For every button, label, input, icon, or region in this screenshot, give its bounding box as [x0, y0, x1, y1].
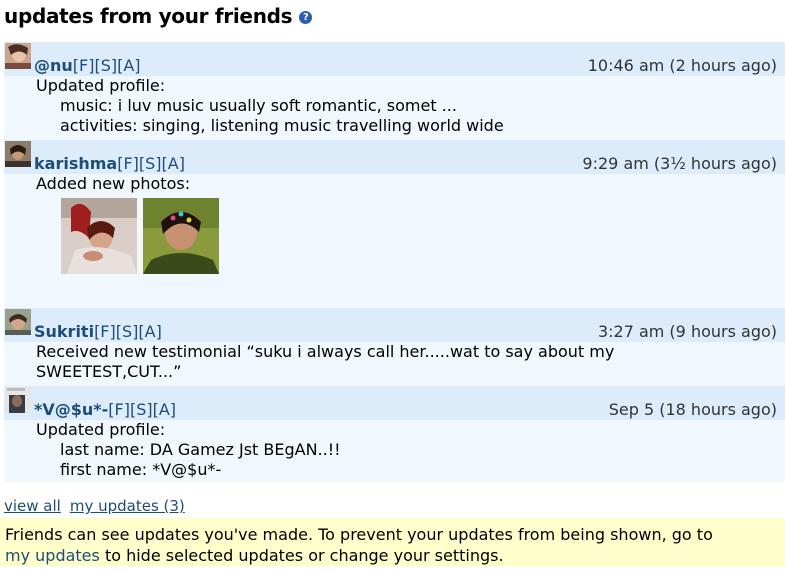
avatar-anu[interactable]: [5, 43, 31, 69]
user-name-link[interactable]: karishma: [34, 154, 117, 173]
avatar-sukriti[interactable]: [5, 309, 31, 335]
entry-timestamp: 10:46 am (2 hours ago): [587, 56, 777, 75]
entry-body: Added new photos:: [4, 174, 785, 308]
entry-detail: last name: DA Gamez Jst BEgAN..!!: [60, 440, 341, 459]
album-link[interactable]: [A]: [117, 56, 140, 75]
notice-my-updates-link[interactable]: my updates: [5, 546, 100, 565]
entry-body: Updated profile: last name: DA Gamez Jst…: [4, 420, 785, 482]
entry-user: @nu[F][S][A]: [34, 56, 141, 75]
entry-action: Updated profile:: [36, 76, 166, 95]
entry-header: karishma[F][S][A] 9:29 am (3½ hours ago): [4, 140, 785, 174]
entry-header: Sukriti[F][S][A] 3:27 am (9 hours ago): [4, 308, 785, 342]
footer-links: view all my updates (3): [4, 497, 194, 515]
update-entry-anu: @nu[F][S][A] 10:46 am (2 hours ago) Upda…: [4, 42, 785, 140]
entry-action-continued: SWEETEST,CUT...”: [36, 362, 182, 381]
photo-thumbnail[interactable]: [143, 198, 219, 274]
my-updates-link[interactable]: my updates (3): [70, 497, 185, 515]
friend-link[interactable]: [F]: [108, 400, 130, 419]
update-entry-sukriti: Sukriti[F][S][A] 3:27 am (9 hours ago) R…: [4, 308, 785, 386]
entry-user: *V@$u*-[F][S][A]: [34, 400, 176, 419]
help-icon[interactable]: ?: [299, 11, 313, 24]
entry-header: @nu[F][S][A] 10:46 am (2 hours ago): [4, 42, 785, 76]
album-link[interactable]: [A]: [153, 400, 176, 419]
friend-link[interactable]: [F]: [117, 154, 139, 173]
entry-detail: first name: *V@$u*-: [60, 460, 222, 479]
notice-text-end: to hide selected updates or change your …: [99, 546, 504, 565]
entry-header: *V@$u*-[F][S][A] Sep 5 (18 hours ago): [4, 386, 785, 420]
entry-detail: activities: singing, listening music tra…: [60, 116, 504, 135]
photo-thumbnail[interactable]: [61, 198, 137, 274]
scrapbook-link[interactable]: [S]: [139, 154, 162, 173]
entry-user: karishma[F][S][A]: [34, 154, 185, 173]
updates-feed: @nu[F][S][A] 10:46 am (2 hours ago) Upda…: [4, 42, 785, 482]
update-entry-karishma: karishma[F][S][A] 9:29 am (3½ hours ago)…: [4, 140, 785, 308]
user-name-link[interactable]: @nu: [34, 56, 73, 75]
entry-timestamp: 9:29 am (3½ hours ago): [582, 154, 777, 173]
view-all-link[interactable]: view all: [4, 497, 61, 515]
entry-body: Received new testimonial “suku i always …: [4, 342, 785, 386]
scrapbook-link[interactable]: [S]: [130, 400, 153, 419]
page-title-text: updates from your friends: [4, 4, 293, 28]
entry-action: Updated profile:: [36, 420, 166, 439]
entry-detail: music: i luv music usually soft romantic…: [60, 96, 457, 115]
scrapbook-link[interactable]: [S]: [94, 56, 117, 75]
entry-action: Added new photos:: [36, 174, 191, 193]
user-name-link[interactable]: Sukriti: [34, 322, 94, 341]
update-entry-vasu: *V@$u*-[F][S][A] Sep 5 (18 hours ago) Up…: [4, 386, 785, 482]
album-link[interactable]: [A]: [162, 154, 185, 173]
friend-link[interactable]: [F]: [94, 322, 116, 341]
album-link[interactable]: [A]: [138, 322, 161, 341]
avatar-karishma[interactable]: [5, 141, 31, 167]
user-name-link[interactable]: *V@$u*-: [34, 400, 108, 419]
notice-text: Friends can see updates you've made. To …: [5, 525, 713, 544]
entry-timestamp: 3:27 am (9 hours ago): [597, 322, 777, 341]
friend-link[interactable]: [F]: [73, 56, 95, 75]
entry-action: Received new testimonial “suku i always …: [36, 342, 615, 361]
entry-user: Sukriti[F][S][A]: [34, 322, 162, 341]
entry-timestamp: Sep 5 (18 hours ago): [608, 400, 777, 419]
page-title: updates from your friends ?: [4, 2, 313, 30]
photo-row: [4, 194, 785, 274]
privacy-notice: Friends can see updates you've made. To …: [0, 518, 785, 566]
avatar-vasu[interactable]: [5, 387, 31, 413]
entry-body: Updated profile: music: i luv music usua…: [4, 76, 785, 140]
scrapbook-link[interactable]: [S]: [116, 322, 139, 341]
